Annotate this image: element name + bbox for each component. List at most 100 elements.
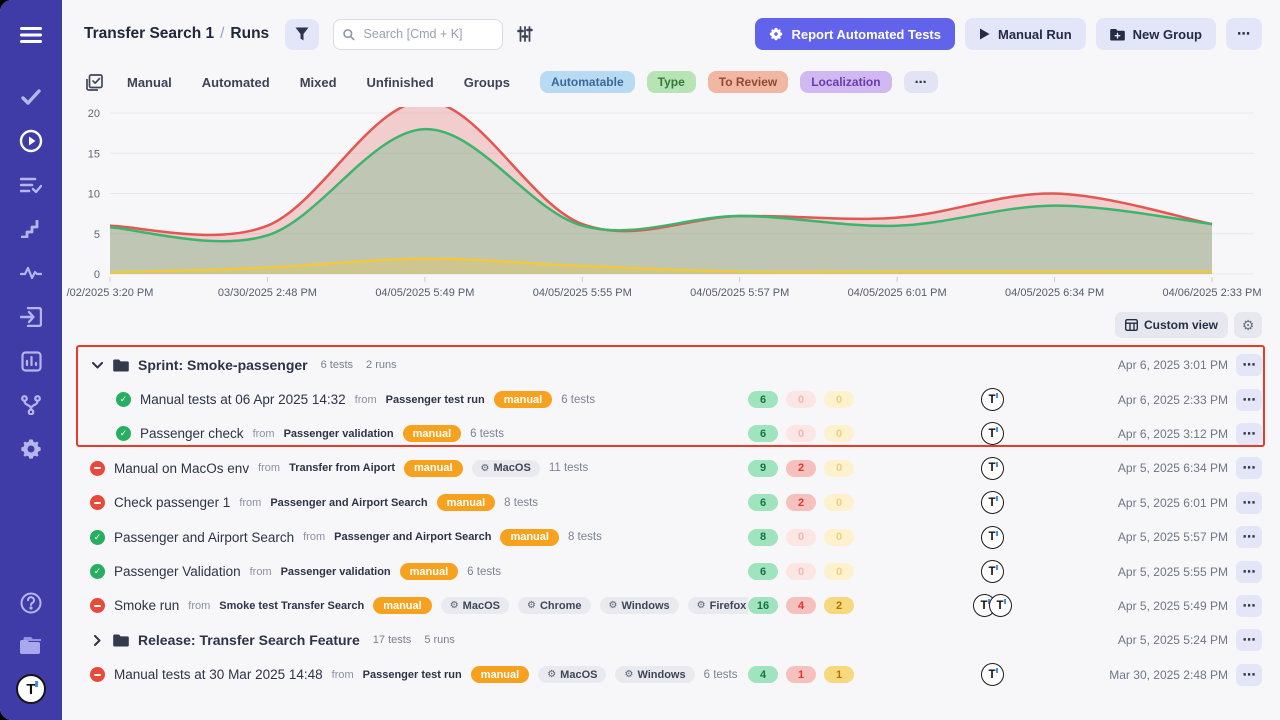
milestones-icon[interactable] (14, 214, 48, 244)
run-title[interactable]: Smoke run (114, 598, 179, 613)
run-row[interactable]: Smoke run from Smoke test Transfer Searc… (62, 589, 1280, 623)
tags-more-button[interactable]: ⋯ (904, 71, 938, 93)
avatar[interactable]: T (981, 560, 1004, 583)
filter-button[interactable] (285, 19, 319, 50)
select-all-icon[interactable] (86, 74, 103, 91)
view-settings-icon[interactable]: ⚙ (1234, 312, 1262, 338)
run-source[interactable]: Passenger and Airport Search (270, 497, 427, 509)
failed-badge: 0 (786, 391, 816, 408)
group-row[interactable]: Release: Transfer Search Feature 17 test… (62, 623, 1280, 657)
avatar[interactable]: T (981, 422, 1004, 445)
tab-manual[interactable]: Manual (127, 75, 172, 90)
run-row[interactable]: ✓ Passenger check from Passenger validat… (62, 417, 1280, 451)
projects-icon[interactable] (14, 630, 48, 660)
run-source[interactable]: Passenger validation (284, 428, 394, 440)
search-box[interactable] (333, 19, 503, 50)
avatar[interactable]: T (981, 491, 1004, 514)
env-pill: ⚙MacOS (538, 666, 606, 683)
tag-automatable[interactable]: Automatable (540, 71, 635, 93)
run-row[interactable]: ✓ Passenger and Airport Search from Pass… (62, 520, 1280, 554)
run-row[interactable]: Manual tests at 30 Mar 2025 14:48 from P… (62, 658, 1280, 692)
run-title[interactable]: Check passenger 1 (114, 495, 230, 510)
run-row[interactable]: Manual on MacOs env from Transfer from A… (62, 451, 1280, 485)
status-failed-icon (90, 495, 105, 510)
tab-mixed[interactable]: Mixed (300, 75, 337, 90)
row-more-button[interactable]: ⋯ (1236, 389, 1262, 411)
run-title[interactable]: Passenger check (140, 426, 244, 441)
test-cases-icon[interactable] (14, 82, 48, 112)
status-failed-icon (90, 461, 105, 476)
row-more-button[interactable]: ⋯ (1236, 492, 1262, 514)
group-tests-count: 6 tests (321, 359, 353, 371)
avatar[interactable]: T (981, 663, 1004, 686)
row-more-button[interactable]: ⋯ (1236, 526, 1262, 548)
row-more-button[interactable]: ⋯ (1236, 561, 1262, 583)
tests-count: 8 tests (568, 531, 602, 543)
row-more-button[interactable]: ⋯ (1236, 457, 1262, 479)
adjustments-icon[interactable] (511, 20, 539, 48)
run-source[interactable]: Passenger validation (281, 566, 391, 578)
run-date: Apr 5, 2025 5:24 PM (1014, 633, 1228, 647)
run-row[interactable]: Check passenger 1 from Passenger and Air… (62, 486, 1280, 520)
run-title[interactable]: Manual tests at 30 Mar 2025 14:48 (114, 667, 323, 682)
row-more-button[interactable]: ⋯ (1236, 629, 1262, 651)
group-runs-count: 5 runs (424, 634, 455, 646)
avatar[interactable]: T (981, 388, 1004, 411)
group-title[interactable]: Release: Transfer Search Feature (138, 632, 360, 648)
report-automated-tests-button[interactable]: Report Automated Tests (755, 18, 955, 50)
tab-groups[interactable]: Groups (464, 75, 510, 90)
run-source[interactable]: Passenger test run (363, 669, 462, 681)
test-plans-icon[interactable] (14, 170, 48, 200)
chevron-right-icon[interactable] (90, 635, 104, 646)
tab-unfinished[interactable]: Unfinished (367, 75, 434, 90)
run-row[interactable]: ✓ Passenger Validation from Passenger va… (62, 554, 1280, 588)
chevron-down-icon[interactable] (90, 362, 104, 369)
branch-icon[interactable] (14, 390, 48, 420)
tab-automated[interactable]: Automated (202, 75, 270, 90)
run-title[interactable]: Passenger Validation (114, 564, 241, 579)
run-title[interactable]: Manual tests at 06 Apr 2025 14:32 (140, 392, 346, 407)
row-more-button[interactable]: ⋯ (1236, 664, 1262, 686)
from-label: from (250, 566, 272, 578)
settings-icon[interactable] (14, 434, 48, 464)
run-source[interactable]: Smoke test Transfer Search (219, 600, 364, 612)
tests-count: 6 tests (704, 669, 738, 681)
new-group-button[interactable]: New Group (1096, 18, 1216, 50)
run-source[interactable]: Passenger and Airport Search (334, 531, 491, 543)
row-more-button[interactable]: ⋯ (1236, 354, 1262, 376)
menu-icon[interactable] (14, 20, 48, 50)
import-icon[interactable] (14, 302, 48, 332)
tag-localization[interactable]: Localization (800, 71, 891, 93)
run-title[interactable]: Manual on MacOs env (114, 461, 249, 476)
skipped-badge: 0 (824, 391, 854, 408)
run-source[interactable]: Passenger test run (386, 394, 485, 406)
run-title[interactable]: Passenger and Airport Search (114, 530, 294, 545)
from-label: from (253, 428, 275, 440)
project-name[interactable]: Transfer Search 1 (84, 25, 214, 42)
group-row[interactable]: Sprint: Smoke-passenger 6 tests 2 runs A… (62, 348, 1280, 382)
tag-to-review[interactable]: To Review (708, 71, 788, 93)
help-icon[interactable] (14, 588, 48, 618)
search-input[interactable] (362, 26, 494, 42)
run-source[interactable]: Transfer from Aiport (289, 462, 395, 474)
workspace-logo[interactable]: T (14, 674, 48, 704)
folder-icon (113, 359, 129, 372)
avatar[interactable]: T (981, 526, 1004, 549)
activity-icon[interactable] (14, 258, 48, 288)
header-more-button[interactable]: ⋯ (1226, 18, 1262, 50)
runs-icon-active[interactable] (14, 126, 48, 156)
failed-badge: 2 (786, 460, 816, 477)
custom-view-button[interactable]: Custom view (1115, 312, 1228, 338)
row-more-button[interactable]: ⋯ (1236, 595, 1262, 617)
tag-type[interactable]: Type (647, 71, 696, 93)
analytics-icon[interactable] (14, 346, 48, 376)
skipped-badge: 2 (824, 597, 854, 614)
avatar[interactable]: T (989, 594, 1012, 617)
avatar[interactable]: T (981, 457, 1004, 480)
run-row[interactable]: ✓ Manual tests at 06 Apr 2025 14:32 from… (62, 382, 1280, 416)
group-title[interactable]: Sprint: Smoke-passenger (138, 357, 308, 373)
row-more-button[interactable]: ⋯ (1236, 423, 1262, 445)
run-date: Mar 30, 2025 2:48 PM (1014, 668, 1228, 682)
manual-run-button[interactable]: Manual Run (965, 18, 1086, 50)
passed-badge: 6 (748, 391, 778, 408)
